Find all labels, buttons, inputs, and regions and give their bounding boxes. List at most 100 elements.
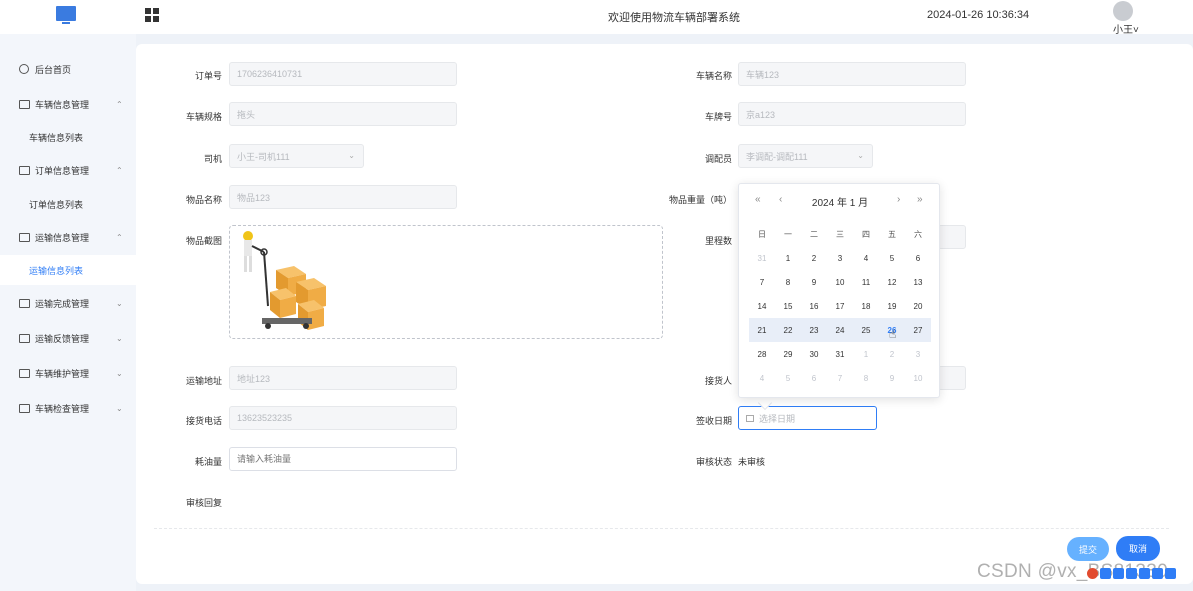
date-cell[interactable]: 8	[853, 374, 879, 383]
week-row: 7 8 9 10 11 12 13	[749, 270, 931, 294]
vehicle-name-label: 车辆名称	[695, 71, 732, 81]
date-cell[interactable]: 1	[775, 254, 801, 263]
goods-image-label: 物品截图	[185, 236, 222, 246]
audit-reply-label: 审核回复	[185, 498, 222, 508]
mileage-field-edge[interactable]	[938, 225, 966, 249]
weekday-label: 二	[810, 229, 818, 239]
sidebar-item-label: 车辆检查管理	[35, 403, 90, 414]
address-field: 地址123	[229, 366, 457, 390]
date-cell[interactable]: 18	[853, 302, 879, 311]
user-avatar[interactable]	[1113, 1, 1133, 21]
date-cell[interactable]: 14	[749, 302, 775, 311]
next-month-button[interactable]: ›	[897, 194, 900, 205]
date-cell[interactable]: 27	[905, 326, 931, 335]
date-cell[interactable]: 7	[749, 278, 775, 287]
order-no-label: 订单号	[194, 71, 222, 81]
date-cell[interactable]: 21	[749, 326, 775, 335]
week-row: 31 1 2 3 4 5 6	[749, 246, 931, 270]
chevron-down-icon: ⌄	[116, 333, 123, 343]
date-cell[interactable]: 5	[879, 254, 905, 263]
date-cell[interactable]: 11	[853, 278, 879, 287]
date-cell[interactable]: 5	[775, 374, 801, 383]
date-cell[interactable]: 1	[853, 350, 879, 359]
fuel-input[interactable]	[229, 447, 457, 471]
welcome-title: 欢迎使用物流车辆部署系统	[608, 12, 740, 24]
driver-select[interactable]: 小王-司机111 ⌄	[229, 144, 364, 168]
date-cell[interactable]: 23	[801, 326, 827, 335]
sign-date-picker[interactable]: 选择日期	[738, 406, 877, 430]
top-bar: 欢迎使用物流车辆部署系统 2024-01-26 10:36:34 小王˅	[0, 0, 1193, 36]
date-cell[interactable]: 2	[879, 350, 905, 359]
date-cell[interactable]: 7	[827, 374, 853, 383]
tray-icon	[1100, 568, 1111, 579]
next-year-button[interactable]: »	[917, 194, 923, 205]
date-cell[interactable]: 9	[801, 278, 827, 287]
chevron-down-icon: ⌄	[348, 151, 355, 160]
sidebar-subitem-order-list[interactable]: 订单信息列表	[0, 189, 136, 219]
apps-grid-icon[interactable]	[145, 8, 159, 22]
date-cell[interactable]: 24	[827, 326, 853, 335]
date-cell[interactable]: 16	[801, 302, 827, 311]
list-icon	[19, 368, 30, 378]
date-cell[interactable]: 6	[905, 254, 931, 263]
sidebar-item-transport-complete[interactable]: 运输完成管理 ⌄	[0, 288, 136, 318]
dispatcher-label: 调配员	[704, 154, 732, 164]
date-cell[interactable]: 12	[879, 278, 905, 287]
receiver-field-edge[interactable]	[938, 366, 966, 390]
cancel-button[interactable]: 取消	[1116, 536, 1160, 561]
date-cell[interactable]: 30	[801, 350, 827, 359]
goods-image	[243, 231, 326, 330]
dispatcher-select-value: 李调配-调配111	[746, 151, 808, 162]
tray-icon	[1165, 568, 1176, 579]
user-name: 小王	[1113, 25, 1133, 36]
date-cell[interactable]: 29	[775, 350, 801, 359]
sidebar-item-vehicle-maintenance[interactable]: 车辆维护管理 ⌄	[0, 358, 136, 388]
chevron-down-icon: ⌄	[116, 403, 123, 413]
sidebar-item-label: 运输信息列表	[29, 265, 84, 276]
sign-date-placeholder: 选择日期	[759, 413, 796, 424]
submit-button[interactable]: 提交	[1067, 537, 1109, 561]
date-cell[interactable]: 22	[775, 326, 801, 335]
weekday-label: 日	[758, 229, 766, 239]
date-cell[interactable]: 25	[853, 326, 879, 335]
user-menu[interactable]: 小王˅	[1113, 21, 1139, 36]
date-cell[interactable]: 20	[905, 302, 931, 311]
date-cell[interactable]: 19	[879, 302, 905, 311]
dispatcher-select[interactable]: 李调配-调配111 ⌄	[738, 144, 873, 168]
weekday-label: 一	[784, 229, 792, 239]
date-cell[interactable]: 10	[905, 374, 931, 383]
date-cell[interactable]: 3	[827, 254, 853, 263]
sidebar-item-transport-feedback[interactable]: 运输反馈管理 ⌄	[0, 323, 136, 353]
date-cell[interactable]: 17	[827, 302, 853, 311]
sidebar-subitem-vehicle-list[interactable]: 车辆信息列表	[0, 122, 136, 152]
date-cell[interactable]: 15	[775, 302, 801, 311]
date-cell[interactable]: 2	[801, 254, 827, 263]
plate-no-label: 车牌号	[704, 112, 732, 122]
date-cell[interactable]: 10	[827, 278, 853, 287]
sidebar-item-home[interactable]: 后台首页	[0, 54, 136, 84]
driver-label: 司机	[203, 154, 222, 164]
date-cell[interactable]: 28	[749, 350, 775, 359]
date-cell[interactable]: 4	[853, 254, 879, 263]
sidebar-item-label: 运输反馈管理	[35, 333, 90, 344]
date-cell[interactable]: 3	[905, 350, 931, 359]
date-cell[interactable]: 8	[775, 278, 801, 287]
vehicle-name-field: 车辆123	[738, 62, 966, 86]
chevron-down-icon: ⌄	[116, 298, 123, 308]
date-cell[interactable]: 31	[749, 254, 775, 263]
date-cell[interactable]: 31	[827, 350, 853, 359]
goods-image-upload[interactable]	[229, 225, 663, 339]
sidebar-item-order-info[interactable]: 订单信息管理 ⌃	[0, 155, 136, 185]
sidebar-item-label: 车辆信息列表	[29, 132, 84, 143]
sidebar-item-transport-info[interactable]: 运输信息管理 ⌃	[0, 222, 136, 252]
sidebar-item-label: 运输完成管理	[35, 298, 90, 309]
calendar-icon	[746, 414, 754, 422]
week-row-hovered: 21 22 23 24 25 26 27	[749, 318, 931, 342]
sidebar-subitem-transport-list[interactable]: 运输信息列表	[0, 255, 136, 285]
date-cell[interactable]: 9	[879, 374, 905, 383]
date-cell[interactable]: 13	[905, 278, 931, 287]
sidebar-item-vehicle-inspection[interactable]: 车辆检查管理 ⌄	[0, 393, 136, 423]
date-cell[interactable]: 4	[749, 374, 775, 383]
sidebar-item-vehicle-info[interactable]: 车辆信息管理 ⌃	[0, 89, 136, 119]
date-cell[interactable]: 6	[801, 374, 827, 383]
